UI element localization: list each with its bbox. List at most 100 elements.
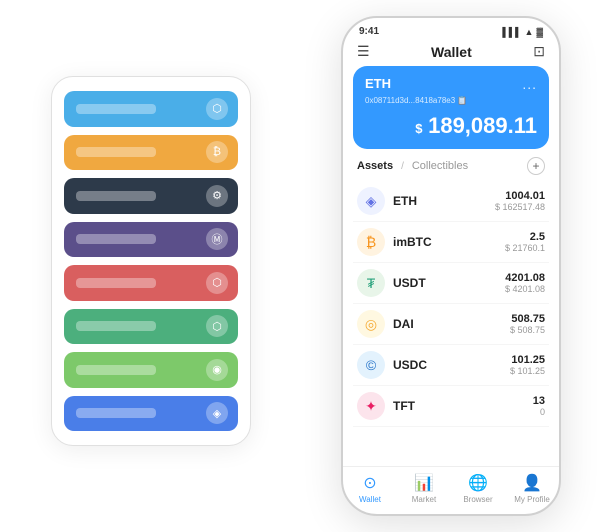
asset-list: ◈ ETH 1004.01 $ 162517.48 ₿ imBTC 2.5 $ … [343, 181, 559, 466]
battery-icon: ▓ [536, 27, 543, 37]
nav-item-browser[interactable]: 🌐 Browser [451, 473, 505, 504]
asset-item-eth[interactable]: ◈ ETH 1004.01 $ 162517.48 [353, 181, 549, 222]
card-row-dark-label [76, 191, 156, 201]
asset-amount-dai: 508.75 [510, 313, 545, 325]
eth-balance: $ 189,089.11 [365, 113, 537, 139]
phone-header: ☰ Wallet ⊡ [343, 37, 559, 66]
asset-usd-dai: $ 508.75 [510, 325, 545, 335]
asset-name-usdt: USDT [393, 276, 505, 290]
wallet-nav-label: Wallet [359, 495, 381, 504]
asset-amount-tft: 13 [533, 395, 545, 407]
asset-item-dai[interactable]: ◎ DAI 508.75 $ 508.75 [353, 304, 549, 345]
eth-dollar-sign: $ [415, 121, 426, 136]
asset-amount-imbtc: 2.5 [505, 231, 545, 243]
card-row-green-label [76, 321, 156, 331]
card-row-red-label [76, 278, 156, 288]
bottom-nav: ⊙ Wallet 📊 Market 🌐 Browser 👤 My Profile [343, 466, 559, 514]
asset-amount-usdc: 101.25 [510, 354, 545, 366]
scene: ⬡ ₿ ⚙ Ⓜ ⬡ ⬡ ◉ ◈ [21, 16, 581, 516]
menu-icon[interactable]: ☰ [357, 43, 370, 60]
asset-amounts-imbtc: 2.5 $ 21760.1 [505, 231, 545, 253]
status-icons: ▌▌▌ ▲ ▓ [502, 27, 543, 37]
asset-item-usdc[interactable]: © USDC 101.25 $ 101.25 [353, 345, 549, 386]
card-row-orange[interactable]: ₿ [64, 135, 238, 171]
nav-item-wallet[interactable]: ⊙ Wallet [343, 473, 397, 504]
asset-item-usdt[interactable]: ₮ USDT 4201.08 $ 4201.08 [353, 263, 549, 304]
card-row-orange-icon: ₿ [206, 141, 228, 163]
card-row-dark-icon: ⚙ [206, 185, 228, 207]
tab-separator: / [401, 161, 404, 172]
asset-usd-usdc: $ 101.25 [510, 366, 545, 376]
asset-name-tft: TFT [393, 399, 533, 413]
card-row-royalblue-icon: ◈ [206, 402, 228, 424]
card-row-purple[interactable]: Ⓜ [64, 222, 238, 258]
asset-icon-eth: ◈ [357, 187, 385, 215]
nav-item-market[interactable]: 📊 Market [397, 473, 451, 504]
card-row-lightgreen-icon: ◉ [206, 359, 228, 381]
assets-header: Assets / Collectibles + [343, 157, 559, 181]
card-row-royalblue[interactable]: ◈ [64, 396, 238, 432]
card-row-green-icon: ⬡ [206, 315, 228, 337]
add-asset-button[interactable]: + [527, 157, 545, 175]
asset-icon-usdt: ₮ [357, 269, 385, 297]
card-row-royalblue-label [76, 408, 156, 418]
tab-assets[interactable]: Assets [357, 160, 393, 172]
asset-usd-tft: 0 [533, 407, 545, 417]
eth-balance-value: 189,089.11 [428, 113, 537, 138]
asset-name-imbtc: imBTC [393, 235, 505, 249]
asset-icon-tft: ✦ [357, 392, 385, 420]
expand-icon[interactable]: ⊡ [533, 43, 545, 60]
nav-item-profile[interactable]: 👤 My Profile [505, 473, 559, 504]
asset-item-tft[interactable]: ✦ TFT 13 0 [353, 386, 549, 427]
phone-frame: 9:41 ▌▌▌ ▲ ▓ ☰ Wallet ⊡ ETH ... 0x08711d… [341, 16, 561, 516]
asset-icon-usdc: © [357, 351, 385, 379]
status-bar: 9:41 ▌▌▌ ▲ ▓ [343, 18, 559, 37]
browser-nav-icon: 🌐 [468, 473, 488, 493]
market-nav-icon: 📊 [414, 473, 434, 493]
asset-amount-usdt: 4201.08 [505, 272, 545, 284]
card-row-red-icon: ⬡ [206, 272, 228, 294]
eth-more-icon[interactable]: ... [522, 76, 537, 92]
eth-label: ETH [365, 76, 391, 91]
asset-icon-dai: ◎ [357, 310, 385, 338]
back-panel: ⬡ ₿ ⚙ Ⓜ ⬡ ⬡ ◉ ◈ [51, 76, 251, 446]
card-row-green[interactable]: ⬡ [64, 309, 238, 345]
page-title: Wallet [431, 44, 472, 60]
card-row-blue[interactable]: ⬡ [64, 91, 238, 127]
eth-card-header: ETH ... [365, 76, 537, 92]
asset-usd-eth: $ 162517.48 [495, 202, 545, 212]
profile-nav-label: My Profile [514, 495, 550, 504]
tab-collectibles[interactable]: Collectibles [412, 160, 468, 172]
eth-card[interactable]: ETH ... 0x08711d3d...8418a78e3 📋 $ 189,0… [353, 66, 549, 149]
card-row-blue-icon: ⬡ [206, 98, 228, 120]
browser-nav-label: Browser [463, 495, 492, 504]
profile-nav-icon: 👤 [522, 473, 542, 493]
asset-amounts-tft: 13 0 [533, 395, 545, 417]
card-row-dark[interactable]: ⚙ [64, 178, 238, 214]
asset-amount-eth: 1004.01 [495, 190, 545, 202]
assets-tabs: Assets / Collectibles [357, 160, 468, 172]
eth-address: 0x08711d3d...8418a78e3 📋 [365, 96, 537, 105]
card-row-purple-label [76, 234, 156, 244]
asset-usd-imbtc: $ 21760.1 [505, 243, 545, 253]
card-row-orange-label [76, 147, 156, 157]
card-row-purple-icon: Ⓜ [206, 228, 228, 250]
signal-icon: ▌▌▌ [502, 27, 521, 37]
asset-amounts-usdc: 101.25 $ 101.25 [510, 354, 545, 376]
asset-amounts-dai: 508.75 $ 508.75 [510, 313, 545, 335]
asset-usd-usdt: $ 4201.08 [505, 284, 545, 294]
card-row-lightgreen[interactable]: ◉ [64, 352, 238, 388]
card-row-red[interactable]: ⬡ [64, 265, 238, 301]
card-row-lightgreen-label [76, 365, 156, 375]
status-time: 9:41 [359, 26, 379, 37]
asset-name-usdc: USDC [393, 358, 510, 372]
asset-amounts-eth: 1004.01 $ 162517.48 [495, 190, 545, 212]
asset-name-dai: DAI [393, 317, 510, 331]
card-row-blue-label [76, 104, 156, 114]
wifi-icon: ▲ [525, 27, 534, 37]
market-nav-label: Market [412, 495, 436, 504]
asset-amounts-usdt: 4201.08 $ 4201.08 [505, 272, 545, 294]
asset-icon-imbtc: ₿ [357, 228, 385, 256]
asset-item-imbtc[interactable]: ₿ imBTC 2.5 $ 21760.1 [353, 222, 549, 263]
asset-name-eth: ETH [393, 194, 495, 208]
